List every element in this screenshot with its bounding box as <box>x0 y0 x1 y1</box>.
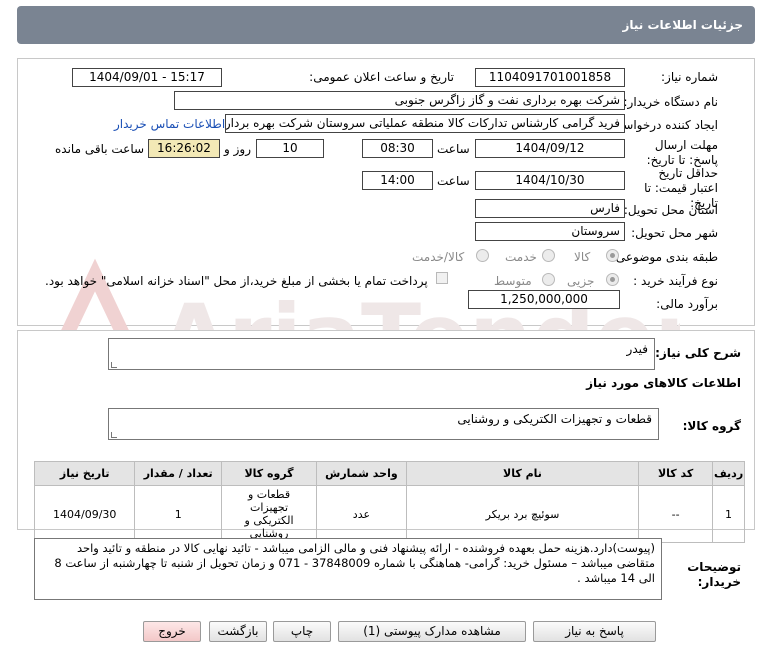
deadline-time-word: ساعت <box>437 142 470 156</box>
buyer-label: نام دستگاه خریدار: <box>623 95 719 109</box>
col-item-name: نام کالا <box>405 461 640 486</box>
deadline-time-field: 08:30 <box>362 139 433 158</box>
print-button[interactable]: چاپ <box>273 621 331 642</box>
estimate-field: 1,250,000,000 <box>468 290 620 309</box>
cell-item-name: سوئیچ برد بریکر <box>405 485 640 543</box>
treasury-payment-note: پرداخت تمام یا بخشی از مبلغ خرید،از محل … <box>45 274 428 288</box>
creator-field: فرید گرامی کارشناس تدارکات کالا منطقه عم… <box>225 114 625 133</box>
buyer-notes-field: (پیوست)دارد.هزینه حمل بعهده فروشنده - ار… <box>34 538 662 600</box>
need-number-field: 1104091701001858 <box>475 68 625 87</box>
buyer-notes-label: توضیحات خریدار: <box>687 560 741 589</box>
announce-field: 1404/09/01 - 15:17 <box>72 68 222 87</box>
summary-label: شرح کلی نیاز: <box>655 346 741 360</box>
remaining-time-field: 16:26:02 <box>148 139 220 158</box>
buyer-field: شرکت بهره برداری نفت و گاز زاگرس جنوبی <box>174 91 625 110</box>
category-radio-goods[interactable] <box>606 249 619 262</box>
validity-time-field: 14:00 <box>362 171 433 190</box>
view-attachments-button[interactable]: مشاهده مدارک پیوستی (1) <box>338 621 526 642</box>
cell-need-date: 1404/09/30 <box>33 485 136 543</box>
table-header-row: ردیف کد کالا نام کالا واحد شمارش گروه کا… <box>33 461 745 486</box>
buyer-notes-text: (پیوست)دارد.هزینه حمل بعهده فروشنده - ار… <box>54 541 655 585</box>
category-label: طبقه بندی موضوعی: <box>611 250 718 264</box>
city-label: شهر محل تحویل: <box>631 226 718 240</box>
estimate-label: برآورد مالی: <box>656 297 718 311</box>
process-option-minor: جزیی <box>567 274 595 288</box>
summary-field: فیدر <box>108 338 655 370</box>
category-radio-service[interactable] <box>542 249 555 262</box>
goods-group-field: قطعات و تجهیزات الکتریکی و روشنایی <box>108 408 659 440</box>
process-radio-medium[interactable] <box>542 273 555 286</box>
cell-item-group: قطعات و تجهیزات الکتریکی و روشنایی <box>220 485 318 543</box>
announce-label: تاریخ و ساعت اعلان عمومی: <box>309 70 454 84</box>
back-button[interactable]: بازگشت <box>209 621 267 642</box>
table-row: 1 -- سوئیچ برد بریکر عدد قطعات و تجهیزات… <box>33 485 745 543</box>
process-label: نوع فرآیند خرید : <box>633 274 718 288</box>
treasury-payment-checkbox[interactable] <box>436 272 448 284</box>
col-quantity: تعداد / مقدار <box>134 461 222 486</box>
cell-item-code: -- <box>638 485 714 543</box>
validity-date-field: 1404/10/30 <box>475 171 625 190</box>
goods-section-title: اطلاعات کالاهای مورد نیاز <box>586 376 741 390</box>
category-option-service: خدمت <box>505 250 537 264</box>
summary-text: فیدر <box>626 342 648 356</box>
col-item-group: گروه کالا <box>220 461 318 486</box>
remaining-time-label: ساعت باقی مانده <box>55 142 145 156</box>
resize-grip-icon <box>111 362 117 368</box>
category-option-goods-service: کالا/خدمت <box>412 250 465 264</box>
goods-group-label: گروه کالا: <box>682 419 741 433</box>
process-radio-minor[interactable] <box>606 273 619 286</box>
validity-time-word: ساعت <box>437 174 470 188</box>
col-item-code: کد کالا <box>638 461 714 486</box>
col-need-date: تاریخ نیاز <box>33 461 136 486</box>
reply-button[interactable]: پاسخ به نیاز <box>533 621 656 642</box>
category-option-goods: کالا <box>574 250 591 264</box>
cell-row-number: 1 <box>712 485 745 543</box>
days-word: روز و <box>224 142 251 156</box>
resize-grip-icon <box>111 432 117 438</box>
col-row-number: ردیف <box>712 461 745 486</box>
category-radio-goods-service[interactable] <box>476 249 489 262</box>
page-title: جزئیات اطلاعات نیاز <box>622 18 743 32</box>
buyer-contact-link[interactable]: اطلاعات تماس خریدار <box>114 117 225 131</box>
exit-button[interactable]: خروج <box>143 621 201 642</box>
province-label: استان محل تحویل: <box>623 203 718 217</box>
days-field: 10 <box>256 139 324 158</box>
cell-unit: عدد <box>316 485 407 543</box>
province-field: فارس <box>475 199 625 218</box>
need-number-label: شماره نیاز: <box>661 70 718 84</box>
city-field: سروستان <box>475 222 625 241</box>
process-option-medium: متوسط <box>494 274 532 288</box>
goods-table: ردیف کد کالا نام کالا واحد شمارش گروه کا… <box>33 461 745 543</box>
page-header: جزئیات اطلاعات نیاز <box>17 6 755 44</box>
deadline-date-field: 1404/09/12 <box>475 139 625 158</box>
cell-quantity: 1 <box>134 485 222 543</box>
col-unit: واحد شمارش <box>316 461 407 486</box>
goods-group-text: قطعات و تجهیزات الکتریکی و روشنایی <box>457 412 652 426</box>
deadline-label: مهلت ارسال پاسخ: تا تاریخ: <box>646 138 718 167</box>
